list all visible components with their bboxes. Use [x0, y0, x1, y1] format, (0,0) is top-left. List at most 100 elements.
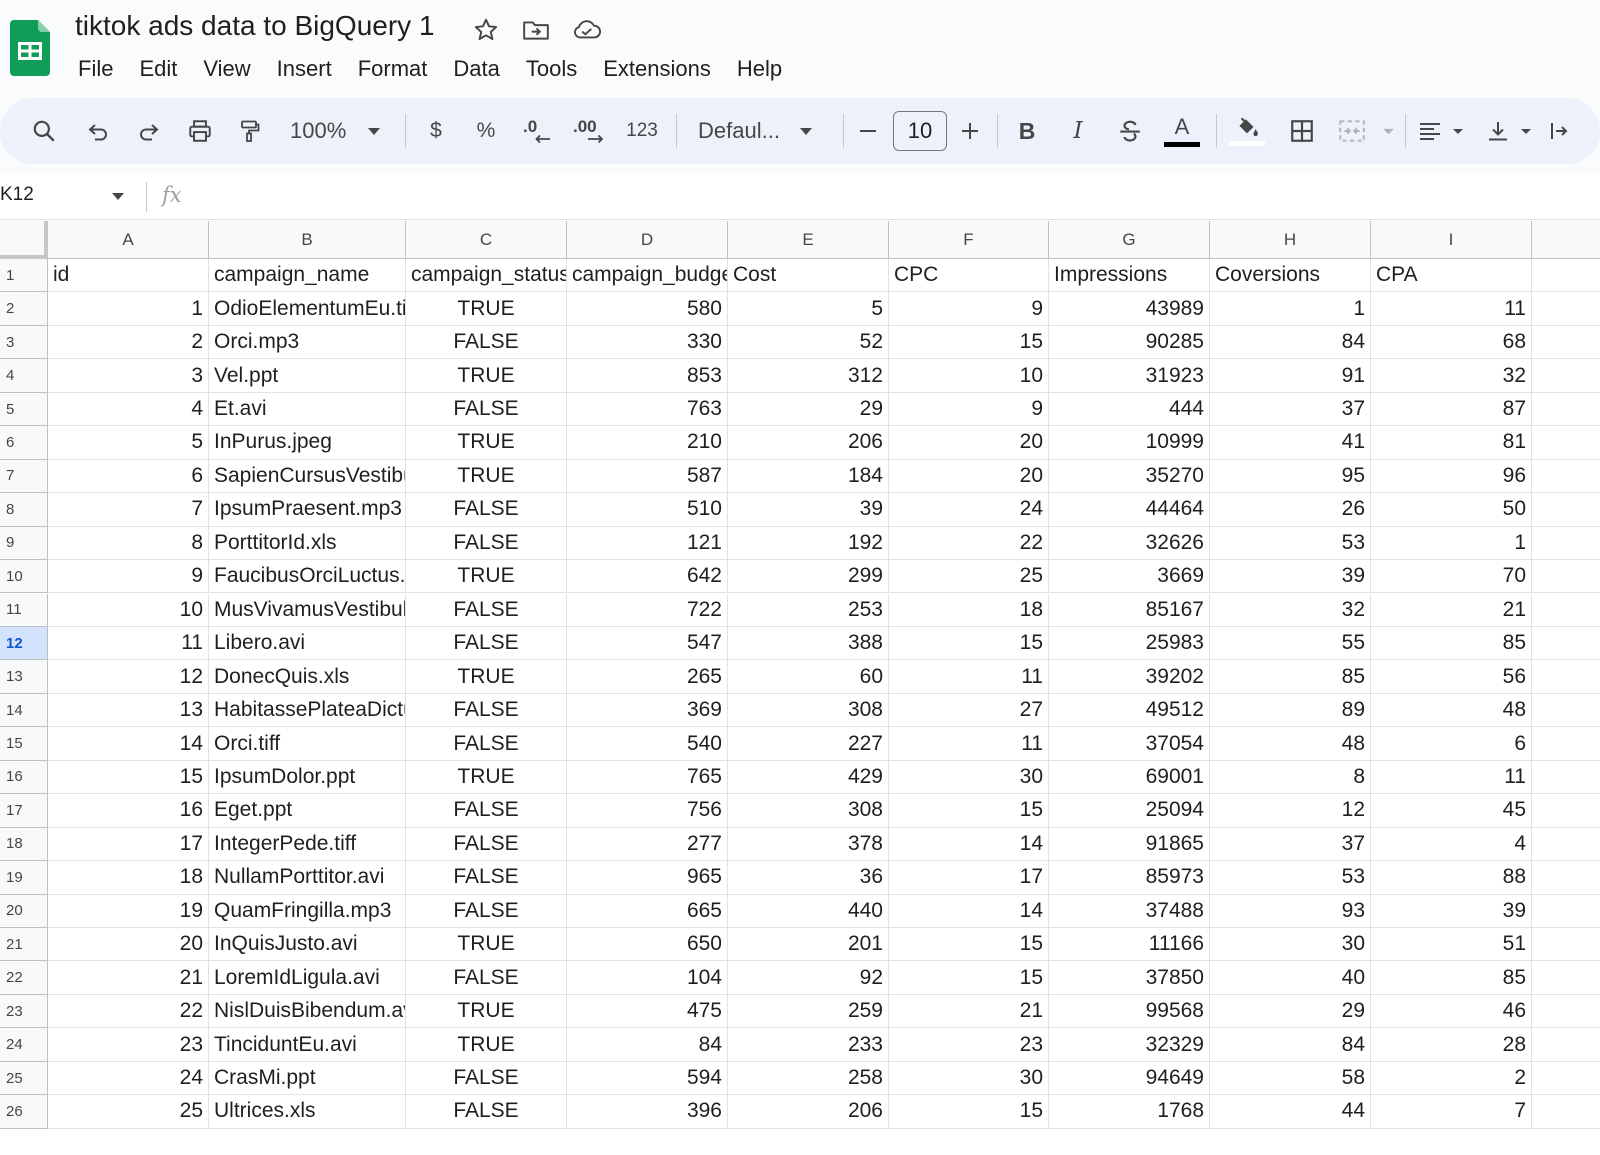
cell-id[interactable]: 19 — [48, 894, 209, 928]
cell-cpc[interactable]: 18 — [889, 593, 1049, 627]
zoom-select[interactable]: 100% — [282, 110, 392, 152]
row-header[interactable]: 24 — [0, 1028, 48, 1062]
cell-impressions[interactable]: 35270 — [1049, 459, 1210, 494]
font-family-select[interactable]: Defaul... — [690, 110, 830, 152]
cell-impressions[interactable]: 69001 — [1049, 760, 1210, 795]
cell-partial[interactable] — [1532, 460, 1600, 494]
cell-cpa[interactable]: 88 — [1371, 861, 1532, 895]
cell-impressions[interactable]: 91865 — [1049, 827, 1210, 862]
cell-conversions[interactable]: Coversions — [1210, 259, 1371, 293]
cell-cost[interactable]: 233 — [728, 1028, 889, 1062]
cell-campaign-status[interactable]: TRUE — [406, 760, 567, 795]
cell-impressions[interactable]: 32329 — [1049, 1028, 1210, 1062]
cell-campaign-name[interactable]: QuamFringilla.mp3 — [209, 894, 406, 928]
cell-cpc[interactable]: 14 — [889, 894, 1049, 928]
cell-conversions[interactable]: 30 — [1210, 928, 1371, 962]
cell-campaign-name[interactable]: HabitassePlateaDictumst — [209, 693, 406, 728]
merge-cells-icon[interactable] — [1336, 110, 1396, 152]
cell-campaign-name[interactable]: SapienCursusVestibulum — [209, 459, 406, 494]
increase-decimal-button[interactable]: .00 — [570, 110, 612, 152]
cell-partial[interactable] — [1532, 828, 1600, 862]
cell-partial[interactable] — [1532, 660, 1600, 694]
cell-cpa[interactable]: 1 — [1371, 526, 1532, 561]
cell-cost[interactable]: 312 — [728, 359, 889, 393]
row-header[interactable]: 16 — [0, 760, 48, 795]
cell-cpa[interactable]: 68 — [1371, 325, 1532, 360]
cell-cpc[interactable]: 9 — [889, 392, 1049, 427]
row-header[interactable]: 20 — [0, 894, 48, 928]
cell-campaign-status[interactable]: TRUE — [406, 560, 567, 594]
cell-campaign-budget[interactable]: 104 — [567, 961, 728, 995]
cell-campaign-budget[interactable]: 763 — [567, 392, 728, 427]
cell-impressions[interactable]: 10999 — [1049, 426, 1210, 460]
cell-impressions[interactable]: 85973 — [1049, 861, 1210, 895]
cell-conversions[interactable]: 48 — [1210, 727, 1371, 761]
cell-impressions[interactable]: 43989 — [1049, 292, 1210, 326]
cell-partial[interactable] — [1532, 527, 1600, 561]
cell-campaign-name[interactable]: Ultrices.xls — [209, 1095, 406, 1129]
cell-campaign-budget[interactable]: 277 — [567, 827, 728, 862]
cell-conversions[interactable]: 55 — [1210, 626, 1371, 661]
cell-cpa[interactable]: 50 — [1371, 493, 1532, 527]
menu-tools[interactable]: Tools — [513, 52, 590, 86]
cell-campaign-status[interactable]: FALSE — [406, 794, 567, 828]
cell-impressions[interactable]: 37850 — [1049, 961, 1210, 995]
cell-partial[interactable] — [1532, 995, 1600, 1029]
row-header[interactable]: 18 — [0, 827, 48, 862]
cell-cpc[interactable]: 15 — [889, 325, 1049, 360]
cell-conversions[interactable]: 37 — [1210, 827, 1371, 862]
cell-partial[interactable] — [1532, 794, 1600, 828]
bold-button[interactable]: B — [1011, 110, 1043, 152]
cell-campaign-status[interactable]: FALSE — [406, 861, 567, 895]
cell-id[interactable]: 10 — [48, 593, 209, 627]
cell-id[interactable]: 21 — [48, 961, 209, 995]
cell-conversions[interactable]: 58 — [1210, 1061, 1371, 1096]
text-color-button[interactable]: A — [1162, 110, 1202, 152]
cell-cost[interactable]: 39 — [728, 493, 889, 527]
cell-impressions[interactable]: 11166 — [1049, 928, 1210, 962]
font-size-input[interactable]: 10 — [893, 111, 947, 151]
undo-icon[interactable] — [80, 110, 116, 152]
increase-font-size-icon[interactable] — [954, 110, 986, 152]
cell-campaign-name[interactable]: FaucibusOrciLuctus. — [209, 560, 406, 594]
row-header[interactable]: 7 — [0, 459, 48, 494]
cell-campaign-status[interactable]: FALSE — [406, 392, 567, 427]
row-header[interactable]: 19 — [0, 861, 48, 895]
row-header[interactable]: 26 — [0, 1095, 48, 1129]
cell-partial[interactable] — [1532, 493, 1600, 527]
cell-impressions[interactable]: 1768 — [1049, 1095, 1210, 1129]
redo-icon[interactable] — [131, 110, 167, 152]
cell-id[interactable]: 20 — [48, 928, 209, 962]
cell-conversions[interactable]: 44 — [1210, 1095, 1371, 1129]
text-wrapping-icon[interactable] — [1548, 110, 1568, 152]
row-header[interactable]: 3 — [0, 325, 48, 360]
formula-input[interactable] — [200, 182, 1590, 212]
cell-cost[interactable]: 378 — [728, 827, 889, 862]
cell-cost[interactable]: Cost — [728, 259, 889, 293]
cell-campaign-name[interactable]: TinciduntEu.avi — [209, 1028, 406, 1062]
row-header[interactable]: 21 — [0, 928, 48, 962]
cell-conversions[interactable]: 26 — [1210, 493, 1371, 527]
print-icon[interactable] — [182, 110, 218, 152]
cell-id[interactable]: 11 — [48, 626, 209, 661]
cell-impressions[interactable]: 90285 — [1049, 325, 1210, 360]
more-formats-button[interactable]: 123 — [622, 110, 662, 152]
cell-cpa[interactable]: 7 — [1371, 1095, 1532, 1129]
cell-campaign-budget[interactable]: campaign_budget — [567, 259, 728, 293]
cell-cpc[interactable]: 15 — [889, 961, 1049, 995]
horizontal-align-icon[interactable] — [1414, 110, 1470, 152]
cell-campaign-name[interactable]: Et.avi — [209, 392, 406, 427]
cell-impressions[interactable]: 32626 — [1049, 526, 1210, 561]
cell-conversions[interactable]: 53 — [1210, 526, 1371, 561]
cell-campaign-budget[interactable]: 580 — [567, 292, 728, 326]
cell-campaign-budget[interactable]: 722 — [567, 593, 728, 627]
cell-cpc[interactable]: 11 — [889, 660, 1049, 694]
cell-conversions[interactable]: 1 — [1210, 292, 1371, 326]
cell-impressions[interactable]: 49512 — [1049, 693, 1210, 728]
cell-id[interactable]: 23 — [48, 1028, 209, 1062]
row-header[interactable]: 15 — [0, 727, 48, 761]
star-icon[interactable] — [470, 14, 502, 46]
cell-id[interactable]: 5 — [48, 426, 209, 460]
cell-impressions[interactable]: 37054 — [1049, 727, 1210, 761]
menu-view[interactable]: View — [190, 52, 263, 86]
